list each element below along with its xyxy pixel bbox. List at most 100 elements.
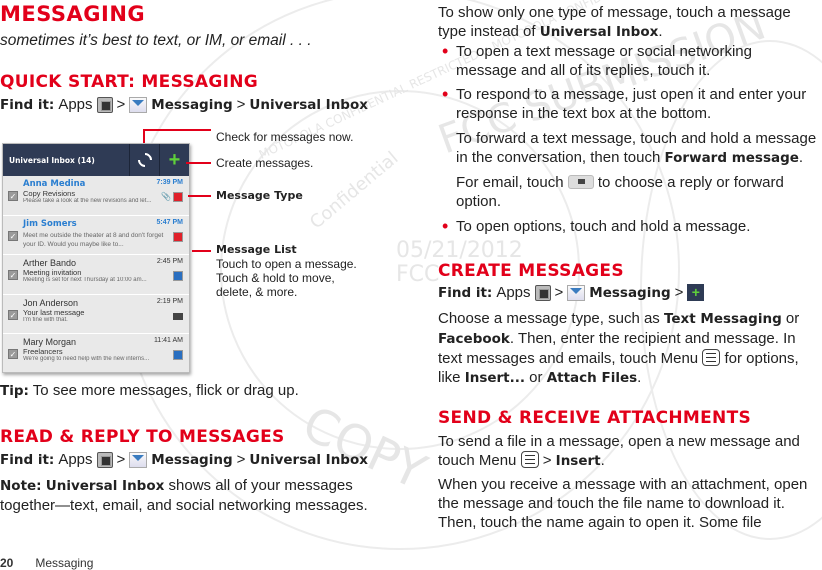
message-time: 11:41 AM [153,337,183,344]
read-reply-heading: READ & REPLY TO MESSAGES [0,427,285,447]
create-messages-heading: CREATE MESSAGES [438,261,624,281]
bullet-dot: • [442,84,449,104]
attach-text: the message and touch the file name to d… [438,495,785,512]
email-text: For email, touch [456,174,568,191]
message-row[interactable]: ✓ Jim Somers 5:47 PM Meet me outside the th… [3,216,189,255]
bullet-dot: • [442,216,449,236]
create-paragraph: Choose a message type, such as Text Mess… [438,309,799,388]
message-row[interactable]: ✓ Mary Morgan 11:41 AM Freelancers We're goi… [3,334,189,372]
create-text: text messages and emails, touch Menu [438,350,703,367]
message-checkbox[interactable]: ✓ [8,230,18,241]
callout-check-messages: Check for messages now. [216,130,354,144]
message-time: 5:47 PM [156,218,183,226]
callout-message-type-label: Message Type [216,189,303,202]
message-type-event-icon [173,350,183,360]
callout-line-text: delete, & more. [216,285,298,299]
bullet-text: To open options, touch and hold a messag… [456,218,751,235]
compose-button[interactable]: + [159,144,189,176]
message-checkbox[interactable]: ✓ [8,309,18,320]
path-separator: > [674,284,684,301]
inbox-header: Universal Inbox (14) + [3,144,189,176]
message-subject: Meeting invitation [23,268,82,277]
forward-text: To forward a text message, touch and hol… [456,130,817,147]
note-bold: Universal Inbox [45,478,165,494]
menu-icon [702,349,721,366]
tip-text: To see more messages, flick or drag up. [28,382,299,399]
path-separator: > [116,451,126,468]
attach-paragraph-1: To send a file in a message, open a new … [438,432,800,471]
callout-line [186,162,211,164]
find-it-label: Find it: [0,451,55,468]
forward-text: . [798,149,804,166]
intro-text: . [658,23,663,40]
email-paragraph: For email, touch to choose a reply or fo… [456,173,784,211]
message-preview: Meeting is set for next Thursday at 10:0… [23,277,147,283]
callout-line-text: Touch & hold to move, [216,271,335,285]
message-preview: Please take a look at the new revisions … [23,198,152,204]
bullet-text: response in the text box at the bottom. [456,105,712,122]
attach-text: . [600,452,605,469]
create-text: or [525,369,547,386]
messaging-icon [129,451,148,468]
message-checkbox[interactable]: ✓ [8,349,18,359]
callout-line [188,195,211,197]
message-checkbox[interactable]: ✓ [8,270,18,280]
message-checkbox[interactable]: ✓ [8,191,18,201]
path-separator: > [554,284,564,301]
create-text: like [438,369,465,386]
watermark-confidential: Confidential [305,147,403,234]
create-text: . [637,369,642,386]
attach-text: Then, touch the name again to open it. S… [438,514,762,531]
bullet-text: message and all of its replies, touch it… [456,62,711,79]
attach-text: touch Menu [438,452,521,469]
intro-paragraph: To show only one type of message, touch … [438,3,791,42]
attach-text: To send a file in a message, open a new … [438,433,800,450]
attachment-icon: 📎 [161,192,171,201]
note-text: together—text, email, and social network… [0,497,368,514]
apps-label: Apps [496,284,531,301]
bullet-dot: • [442,41,449,61]
bullet-text: To respond to a message, just open it an… [456,86,807,103]
page-number: 20 [0,556,14,570]
message-subject: Freelancers [23,347,63,356]
forward-text: in the conversation, then touch [456,149,665,166]
quick-start-find-it: Find it: Apps > Messaging > Universal In… [0,96,368,113]
create-text: Choose a message type, such as [438,310,664,327]
messaging-label: Messaging [151,96,233,113]
message-preview: We're going to need help with the new in… [23,356,150,362]
text-messaging-label: Text Messaging [663,311,782,327]
message-type-social-icon [173,231,183,242]
create-text: . Then, enter the recipient and message.… [509,330,796,347]
callout-message-type: Message Type [216,188,303,203]
message-subject: Your last message [23,307,85,317]
path-separator: > [116,96,126,113]
page-footer: 20 Messaging [0,556,93,570]
callout-line [192,250,211,252]
message-list: ✓ Anna Medina 7:39 PM Copy Revisions Please … [3,176,189,372]
messaging-icon [129,96,148,113]
attach-paragraph-2: When you receive a message with an attac… [438,475,807,532]
apps-icon [96,451,113,468]
bullet-text: To open a text message or social network… [456,43,752,60]
facebook-label: Facebook [438,331,510,347]
path-separator: > [236,96,246,113]
message-time: 2:45 PM [156,258,183,265]
message-row[interactable]: ✓ Arther Bando 2:45 PM Meeting invitation Me… [3,255,189,295]
refresh-button[interactable] [129,144,159,176]
insert-label: Insert... [464,370,526,386]
create-text: for options, [720,350,799,367]
apps-label: Apps [58,451,93,468]
note: Note: Universal Inbox shows all of your … [0,476,368,515]
attach-text: > [538,452,556,469]
message-preview: Meet me outside the theater at 8 and don… [23,231,164,248]
message-row[interactable]: ✓ Anna Medina 7:39 PM Copy Revisions Please … [3,176,189,216]
forward-paragraph: To forward a text message, touch and hol… [456,129,816,168]
tip-label: Tip: [0,383,29,399]
inbox-title: Universal Inbox (14) [9,155,95,165]
attach-files-label: Attach Files [546,370,638,386]
attachments-heading: SEND & RECEIVE ATTACHMENTS [438,408,752,428]
message-row[interactable]: ✓ Jon Anderson 2:19 PM Your last message I'm… [3,295,189,334]
create-find-it: Find it: Apps > Messaging > + [438,284,705,301]
page-subtitle: sometimes it’s best to text, or IM, or e… [0,32,312,49]
apps-icon [534,284,551,301]
